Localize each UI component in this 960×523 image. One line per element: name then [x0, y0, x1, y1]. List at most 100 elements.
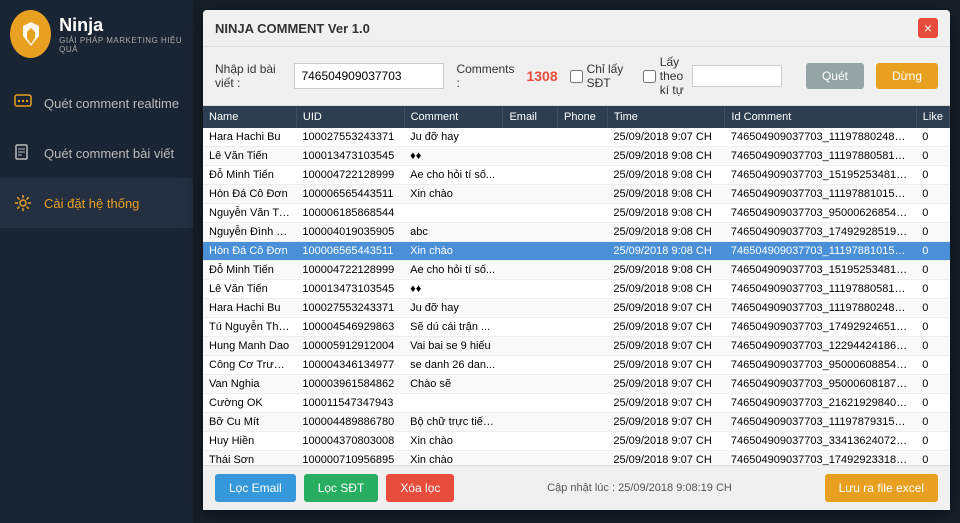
sidebar-item-label-cai-dat: Cài đặt hệ thống — [44, 196, 139, 211]
sidebar-item-quet-bai-viet[interactable]: Quét comment bài viết — [0, 128, 193, 178]
table-row[interactable]: Nguyễn Văn Triển10000618586854425/09/201… — [203, 204, 950, 223]
checkbox-sdt-group: Chỉ lấy SĐT — [570, 62, 631, 90]
cell-phone — [558, 128, 608, 147]
input-label: Nhập id bài viết : — [215, 62, 282, 90]
loc-sdt-button[interactable]: Lọc SĐT — [304, 474, 379, 502]
cell-idcomment: 746504909037703_1519525348192731 — [725, 261, 916, 280]
table-body: Hara Hachi Bu100027553243371Ju đỡ hay25/… — [203, 128, 950, 465]
table-row[interactable]: Van Nghia100003961584862Chào sẽ25/09/201… — [203, 375, 950, 394]
cell-time: 25/09/2018 9:07 CH — [607, 356, 725, 375]
cell-uid: 100004370803008 — [296, 432, 404, 451]
cell-uid: 100004019035905 — [296, 223, 404, 242]
comments-table-container[interactable]: Name UID Comment Email Phone Time Id Com… — [203, 106, 950, 465]
cell-email — [503, 375, 558, 394]
cell-name: Hara Hachi Bu — [203, 299, 296, 318]
cell-comment: Vai bai se 9 hiếu — [404, 337, 503, 356]
cell-time: 25/09/2018 9:07 CH — [607, 451, 725, 466]
cell-idcomment: 746504909037703_1119788101519496 — [725, 242, 916, 261]
table-row[interactable]: Lê Văn Tiến100013473103545♦♦25/09/2018 9… — [203, 280, 950, 299]
cell-like: 0 — [916, 242, 949, 261]
cell-name: Huy Hiền — [203, 432, 296, 451]
cell-phone — [558, 299, 608, 318]
cell-like: 0 — [916, 128, 949, 147]
checkbox-kitu[interactable] — [643, 70, 656, 83]
loc-email-button[interactable]: Lọc Email — [215, 474, 296, 502]
modal-overlay: NINJA COMMENT Ver 1.0 × Nhập id bài viết… — [193, 0, 960, 523]
table-row[interactable]: Đỗ Minh Tiến100004722128999Ae cho hỏi tí… — [203, 261, 950, 280]
cell-idcomment: 746504909037703_334136240725622 — [725, 432, 916, 451]
table-row[interactable]: Cường OK10001154734794325/09/2018 9:07 C… — [203, 394, 950, 413]
table-row[interactable]: Bỡ Cu Mít100004489886780Bộ chữ trực tiếp… — [203, 413, 950, 432]
table-row[interactable]: Lê Văn Tiến100013473103545♦♦25/09/2018 9… — [203, 147, 950, 166]
dung-button[interactable]: Dừng — [876, 63, 938, 89]
cell-phone — [558, 147, 608, 166]
cell-email — [503, 280, 558, 299]
cell-comment: ♦♦ — [404, 280, 503, 299]
cell-time: 25/09/2018 9:07 CH — [607, 299, 725, 318]
table-row[interactable]: Đỗ Minh Tiến100004722128999Ae cho hỏi tí… — [203, 166, 950, 185]
table-row[interactable]: Công Cơ Trường100004346134977se danh 26 … — [203, 356, 950, 375]
modal-close-button[interactable]: × — [918, 18, 938, 38]
cell-time: 25/09/2018 9:07 CH — [607, 432, 725, 451]
cell-email — [503, 356, 558, 375]
post-id-input[interactable] — [294, 63, 444, 89]
table-row[interactable]: Hara Hachi Bu100027553243371Ju đỡ hay25/… — [203, 299, 950, 318]
cell-email — [503, 337, 558, 356]
cell-like: 0 — [916, 147, 949, 166]
cell-phone — [558, 375, 608, 394]
cell-comment: Sẽ dú cái trận ... — [404, 318, 503, 337]
cell-uid: 100006565443511 — [296, 185, 404, 204]
cell-comment: Xin chào — [404, 451, 503, 466]
xoa-loc-button[interactable]: Xóa lọc — [386, 474, 454, 502]
cell-name: Lê Văn Tiến — [203, 280, 296, 299]
sidebar-item-label-quet-realtime: Quét comment realtime — [44, 96, 179, 111]
cell-phone — [558, 356, 608, 375]
table-row[interactable]: Hung Manh Dao100005912912004Vai bai se 9… — [203, 337, 950, 356]
table-row[interactable]: Thái Sơn100000710956895Xin chào25/09/201… — [203, 451, 950, 466]
cell-like: 0 — [916, 261, 949, 280]
cell-phone — [558, 242, 608, 261]
cell-comment — [404, 394, 503, 413]
cell-uid: 100003961584862 — [296, 375, 404, 394]
cell-idcomment: 746504909037703_1119787931519513 — [725, 413, 916, 432]
cell-name: Hòn Đá Cô Đơn — [203, 185, 296, 204]
cell-uid: 100013473103545 — [296, 147, 404, 166]
cell-like: 0 — [916, 451, 949, 466]
logo-icon — [10, 10, 51, 58]
col-header-uid: UID — [296, 106, 404, 128]
table-row[interactable]: Tú Nguyễn Thanh100004546929863Sẽ dú cái … — [203, 318, 950, 337]
cell-idcomment: 746504909037703_950006268543202 — [725, 204, 916, 223]
brand-name: Ninja — [59, 15, 183, 36]
cell-email — [503, 223, 558, 242]
cell-time: 25/09/2018 9:08 CH — [607, 185, 725, 204]
cell-idcomment: 746504909037703_1119788058186167 — [725, 147, 916, 166]
cell-uid: 100004489886780 — [296, 413, 404, 432]
cell-name: Công Cơ Trường — [203, 356, 296, 375]
table-row[interactable]: Hòn Đá Cô Đơn100006565443511Xin chào25/0… — [203, 185, 950, 204]
cell-like: 0 — [916, 394, 949, 413]
cell-uid: 100000710956895 — [296, 451, 404, 466]
cell-idcomment: 746504909037703_950006081876554 — [725, 375, 916, 394]
cell-time: 25/09/2018 9:08 CH — [607, 204, 725, 223]
table-row[interactable]: Nguyễn Đình Ph...100004019035905abc25/09… — [203, 223, 950, 242]
export-button[interactable]: Lưu ra file excel — [825, 474, 938, 502]
cell-email — [503, 432, 558, 451]
cell-email — [503, 451, 558, 466]
cell-name: Tú Nguyễn Thanh — [203, 318, 296, 337]
checkbox-sdt[interactable] — [570, 70, 583, 83]
cell-name: Cường OK — [203, 394, 296, 413]
cell-phone — [558, 451, 608, 466]
table-row[interactable]: Huy Hiền100004370803008Xin chào25/09/201… — [203, 432, 950, 451]
cell-idcomment: 746504909037703_216219298405895 — [725, 394, 916, 413]
table-row[interactable]: Hara Hachi Bu100027553243371Ju đỡ hay25/… — [203, 128, 950, 147]
kitu-filter-input[interactable] — [692, 65, 782, 87]
cell-like: 0 — [916, 413, 949, 432]
cell-uid: 100004346134977 — [296, 356, 404, 375]
table-row[interactable]: Hòn Đá Cô Đơn100006565443511Xin chào25/0… — [203, 242, 950, 261]
cell-time: 25/09/2018 9:07 CH — [607, 394, 725, 413]
sidebar-item-cai-dat[interactable]: Cài đặt hệ thống — [0, 178, 193, 228]
sidebar-item-quet-realtime[interactable]: Quét comment realtime — [0, 78, 193, 128]
cell-idcomment: 746504909037703_174929246519981 4 — [725, 318, 916, 337]
cell-phone — [558, 166, 608, 185]
quet-button[interactable]: Quét — [806, 63, 864, 89]
